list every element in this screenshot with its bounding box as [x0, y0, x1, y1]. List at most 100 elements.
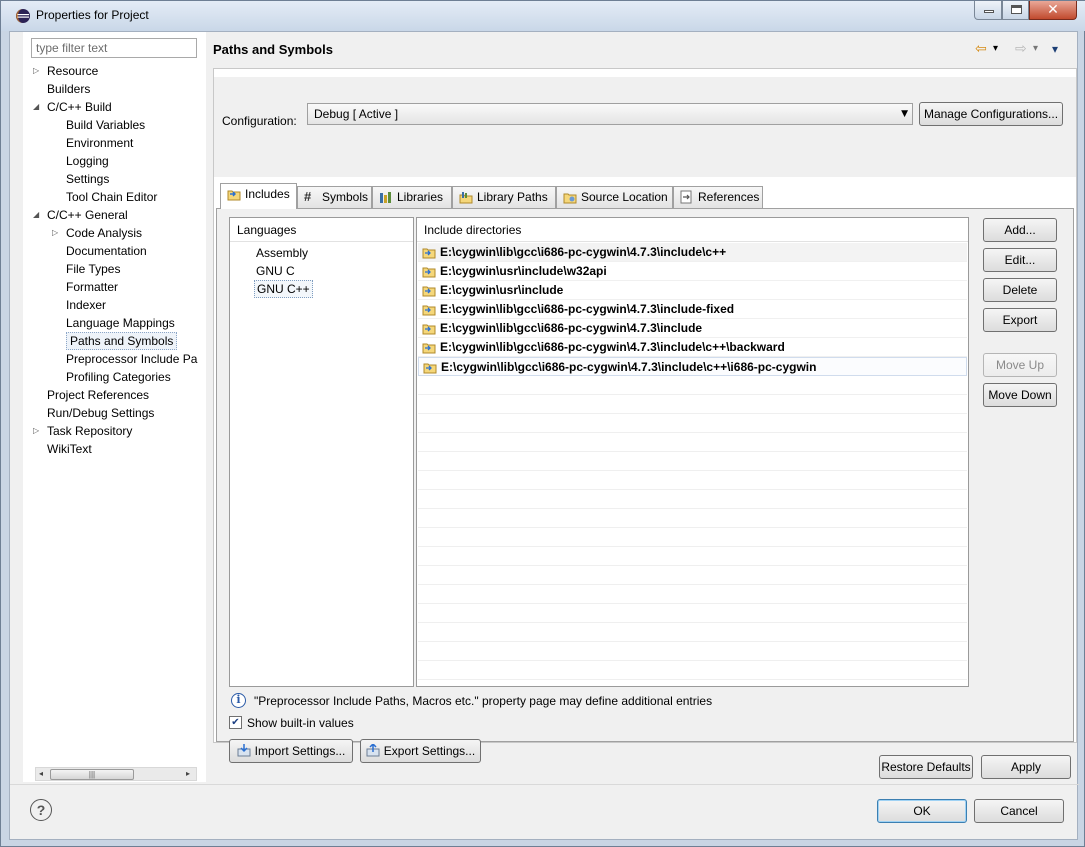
- view-menu-icon[interactable]: ▾: [1052, 40, 1058, 58]
- nav-item[interactable]: Preprocessor Include Pa: [66, 350, 197, 368]
- language-item[interactable]: GNU C++: [254, 280, 313, 298]
- include-directory-path: E:\cygwin\lib\gcc\i686-pc-cygwin\4.7.3\i…: [440, 321, 703, 335]
- empty-row: [418, 585, 967, 604]
- nav-item[interactable]: Run/Debug Settings: [47, 404, 154, 422]
- footer-divider: [10, 784, 1079, 785]
- forward-menu-icon[interactable]: ▾: [1033, 40, 1038, 58]
- info-message: "Preprocessor Include Paths, Macros etc.…: [254, 694, 713, 708]
- apply-button[interactable]: Apply: [981, 755, 1071, 779]
- include-folder-icon: [422, 324, 436, 335]
- restore-defaults-button[interactable]: Restore Defaults: [879, 755, 973, 779]
- collapsed-arrow-icon[interactable]: ▷: [33, 422, 39, 440]
- nav-item[interactable]: Environment: [66, 134, 133, 152]
- scroll-thumb[interactable]: |||: [50, 769, 134, 780]
- nav-item[interactable]: Logging: [66, 152, 109, 170]
- include-folder-icon: [423, 363, 437, 374]
- forward-arrow-icon[interactable]: ⇨: [1015, 40, 1027, 58]
- title-bar[interactable]: Properties for Project ✕: [1, 1, 1085, 31]
- nav-item-label: Run/Debug Settings: [47, 406, 155, 420]
- nav-item[interactable]: Build Variables: [66, 116, 145, 134]
- nav-item[interactable]: Profiling Categories: [66, 368, 171, 386]
- collapsed-arrow-icon[interactable]: ▷: [33, 62, 39, 80]
- tab-includes[interactable]: Includes: [220, 183, 297, 209]
- include-directory-row[interactable]: E:\cygwin\lib\gcc\i686-pc-cygwin\4.7.3\i…: [418, 338, 967, 357]
- collapsed-arrow-icon[interactable]: ▷: [52, 224, 58, 242]
- include-directory-row[interactable]: E:\cygwin\lib\gcc\i686-pc-cygwin\4.7.3\i…: [418, 357, 967, 376]
- empty-row: [418, 414, 967, 433]
- horizontal-scrollbar[interactable]: ◂ ||| ▸: [35, 767, 197, 781]
- tab-symbols[interactable]: # Symbols: [297, 186, 372, 208]
- properties-dialog: Properties for Project ✕ ▷ Resource Builde…: [0, 0, 1085, 847]
- edit-button[interactable]: Edit...: [983, 248, 1057, 272]
- nav-item[interactable]: ◢ C/C++ Build: [33, 98, 112, 116]
- tab-library-paths[interactable]: Library Paths: [452, 186, 556, 208]
- language-item[interactable]: Assembly: [254, 244, 310, 262]
- filter-input[interactable]: [31, 38, 197, 58]
- nav-item[interactable]: Builders: [47, 80, 90, 98]
- maximize-icon: [1011, 5, 1022, 14]
- language-item[interactable]: GNU C: [254, 262, 297, 280]
- nav-item[interactable]: Documentation: [66, 242, 147, 260]
- nav-item-label: Logging: [66, 154, 109, 168]
- nav-item-label: Code Analysis: [66, 226, 143, 240]
- empty-row: [418, 642, 967, 661]
- nav-item-label: Tool Chain Editor: [66, 190, 158, 204]
- nav-item[interactable]: Formatter: [66, 278, 118, 296]
- expanded-arrow-icon[interactable]: ◢: [33, 98, 39, 116]
- nav-item[interactable]: Project References: [47, 386, 149, 404]
- help-icon[interactable]: ?: [30, 799, 52, 821]
- delete-button[interactable]: Delete: [983, 278, 1057, 302]
- show-builtin-label[interactable]: Show built-in values: [247, 716, 354, 730]
- nav-item[interactable]: Settings: [66, 170, 109, 188]
- nav-item[interactable]: WikiText: [47, 440, 92, 458]
- tab-source-location[interactable]: Source Location: [556, 186, 673, 208]
- nav-item[interactable]: ▷ Resource: [33, 62, 98, 80]
- configuration-select[interactable]: Debug [ Active ] ▼: [307, 103, 913, 125]
- nav-item[interactable]: File Types: [66, 260, 120, 278]
- close-button[interactable]: ✕: [1029, 1, 1077, 20]
- nav-item-label: Environment: [66, 136, 134, 150]
- tab-label: References: [698, 190, 760, 204]
- include-directory-row[interactable]: E:\cygwin\lib\gcc\i686-pc-cygwin\4.7.3\i…: [418, 243, 967, 262]
- page-navigation: ⇦ ▾ ⇨ ▾ ▾: [975, 40, 1065, 58]
- include-directory-row[interactable]: E:\cygwin\usr\include\w32api: [418, 262, 967, 281]
- cancel-button[interactable]: Cancel: [974, 799, 1064, 823]
- window-title: Properties for Project: [36, 8, 149, 22]
- back-arrow-icon[interactable]: ⇦: [975, 40, 987, 58]
- tab-libraries[interactable]: Libraries: [372, 186, 452, 208]
- add-button[interactable]: Add...: [983, 218, 1057, 242]
- tab-references[interactable]: References: [673, 186, 763, 208]
- minimize-button[interactable]: [974, 1, 1002, 20]
- manage-configurations-button[interactable]: Manage Configurations...: [919, 102, 1063, 126]
- empty-row: [418, 509, 967, 528]
- nav-item-label: C/C++ Build: [47, 100, 112, 114]
- configuration-value: Debug [ Active ]: [314, 107, 399, 121]
- maximize-button[interactable]: [1002, 1, 1029, 20]
- libraries-icon: [380, 192, 391, 203]
- move-down-button[interactable]: Move Down: [983, 383, 1057, 407]
- include-directory-row[interactable]: E:\cygwin\lib\gcc\i686-pc-cygwin\4.7.3\i…: [418, 300, 967, 319]
- nav-item[interactable]: Paths and Symbols: [66, 332, 178, 350]
- ok-button[interactable]: OK: [877, 799, 967, 823]
- import-settings-button[interactable]: Import Settings...: [229, 739, 353, 763]
- nav-item[interactable]: ▷ Code Analysis: [52, 224, 143, 242]
- export-settings-button[interactable]: Export Settings...: [360, 739, 481, 763]
- nav-item[interactable]: Tool Chain Editor: [66, 188, 157, 206]
- minimize-icon: [984, 10, 994, 13]
- export-button[interactable]: Export: [983, 308, 1057, 332]
- scroll-right-icon[interactable]: ▸: [186, 768, 190, 780]
- nav-item[interactable]: ▷ Task Repository: [33, 422, 132, 440]
- include-directory-row[interactable]: E:\cygwin\lib\gcc\i686-pc-cygwin\4.7.3\i…: [418, 319, 967, 338]
- empty-row: [418, 661, 967, 680]
- nav-item[interactable]: Language Mappings: [66, 314, 175, 332]
- back-menu-icon[interactable]: ▾: [993, 40, 998, 58]
- expanded-arrow-icon[interactable]: ◢: [33, 206, 39, 224]
- include-folder-icon: [422, 267, 436, 278]
- scroll-left-icon[interactable]: ◂: [39, 768, 43, 780]
- nav-item[interactable]: ◢ C/C++ General: [33, 206, 128, 224]
- empty-row: [418, 623, 967, 642]
- show-builtin-checkbox[interactable]: ✔: [229, 716, 242, 729]
- include-directory-row[interactable]: E:\cygwin\usr\include: [418, 281, 967, 300]
- move-up-button[interactable]: Move Up: [983, 353, 1057, 377]
- nav-item[interactable]: Indexer: [66, 296, 106, 314]
